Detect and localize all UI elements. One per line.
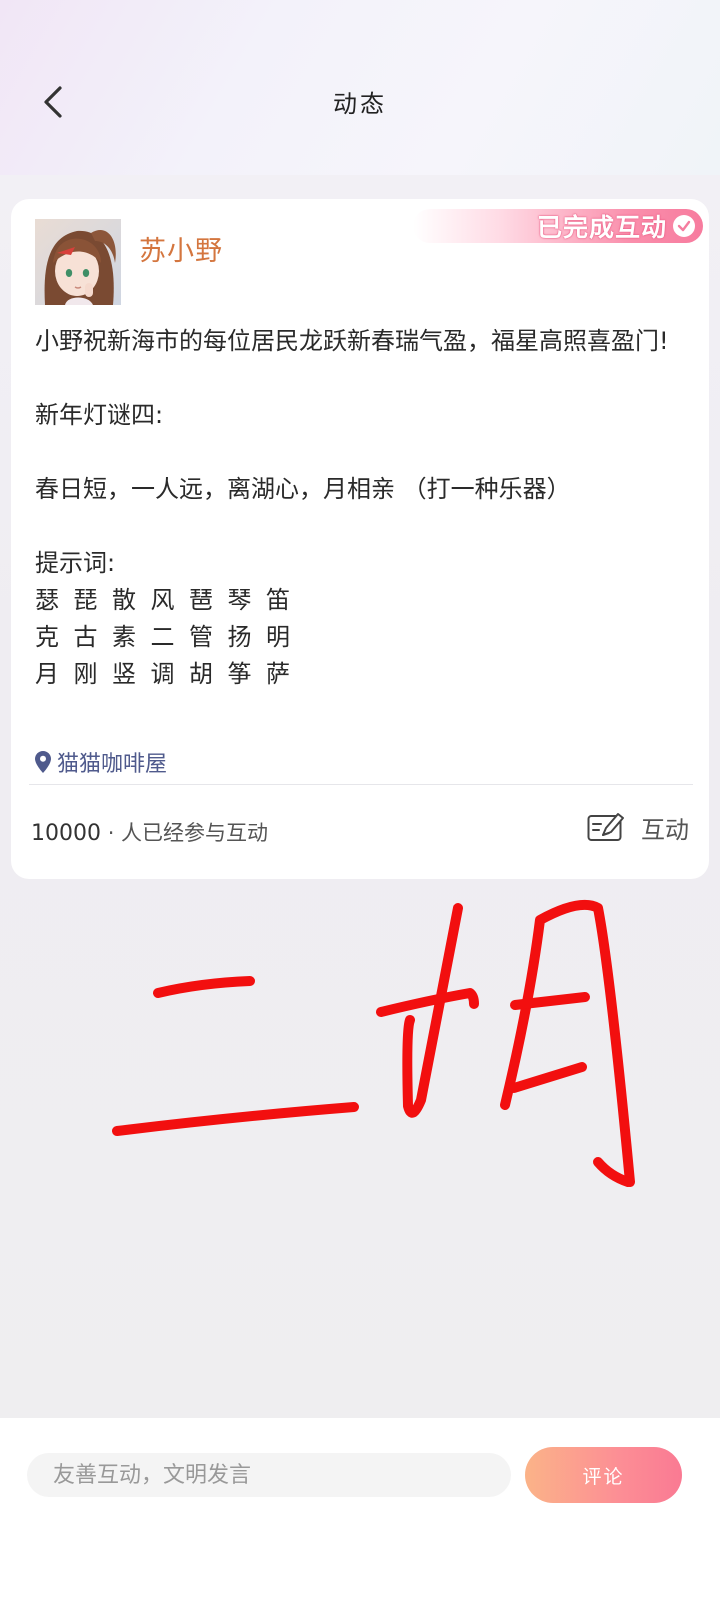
participant-count: 10000 [31, 821, 101, 846]
completed-badge: 已完成互动 [413, 209, 703, 243]
location-pin-icon [35, 751, 51, 773]
hint-char: 胡 [189, 660, 213, 688]
avatar[interactable] [35, 219, 121, 305]
edit-note-icon [587, 813, 624, 841]
riddle-text: 春日短，一人远，离湖心，月相亲 （打一种乐器） [35, 475, 571, 503]
hint-row: 克古素二管扬明 [35, 619, 675, 656]
comment-submit-button[interactable]: 评论 [525, 1447, 682, 1503]
hint-char: 二 [150, 623, 175, 651]
check-circle-icon [673, 215, 695, 237]
hint-char: 琵 [73, 586, 98, 614]
hint-char: 刚 [73, 660, 98, 688]
hint-char: 琴 [227, 586, 252, 614]
hint-char: 风 [150, 586, 175, 614]
hint-char: 散 [112, 586, 136, 614]
hint-char: 明 [266, 623, 290, 651]
hint-char: 管 [189, 623, 213, 651]
interact-label: 互动 [641, 815, 689, 844]
comment-input[interactable] [27, 1453, 511, 1497]
hint-char: 古 [73, 623, 98, 651]
top-bar: 动态 [0, 0, 720, 175]
participant-suffix: · 人已经参与互动 [107, 821, 269, 845]
hint-char: 扬 [227, 623, 252, 651]
hint-row: 月刚竖调胡筝萨 [35, 656, 675, 693]
hint-char: 克 [35, 623, 59, 651]
hint-row: 瑟琵散风琶琴笛 [35, 582, 675, 619]
greeting-text: 小野祝新海市的每位居民龙跃新春瑞气盈，福星高照喜盈门! [35, 327, 669, 355]
hint-char: 瑟 [35, 586, 59, 614]
hint-char: 萨 [266, 660, 290, 688]
hint-heading: 提示词: [35, 549, 116, 577]
hint-char: 调 [150, 660, 175, 688]
post-card: 已完成互动 苏小野 小野祝新海市的每位居民龙跃新春瑞气盈，福星高照喜盈门! 新年… [11, 199, 709, 879]
divider [29, 784, 693, 785]
hint-char: 笛 [266, 586, 290, 614]
hint-char: 月 [35, 660, 59, 688]
riddle-title: 新年灯谜四: [35, 401, 164, 429]
post-content: 小野祝新海市的每位居民龙跃新春瑞气盈，福星高照喜盈门! 新年灯谜四: 春日短，一… [35, 323, 675, 693]
participant-stats: 10000 · 人已经参与互动 [31, 817, 268, 847]
author-name[interactable]: 苏小野 [139, 229, 223, 268]
location-tag[interactable]: 猫猫咖啡屋 [35, 746, 167, 778]
interact-button[interactable]: 互动 [587, 805, 689, 849]
hint-char: 竖 [112, 660, 136, 688]
hint-char: 素 [112, 623, 136, 651]
handwritten-answer [0, 880, 720, 1200]
badge-label: 已完成互动 [536, 213, 667, 242]
bottom-bar [0, 1418, 720, 1600]
hint-char: 筝 [227, 660, 252, 688]
hint-char: 琶 [189, 586, 213, 614]
page-title: 动态 [333, 90, 387, 118]
hint-grid: 瑟琵散风琶琴笛 克古素二管扬明 月刚竖调胡筝萨 [35, 582, 675, 693]
location-name: 猫猫咖啡屋 [57, 752, 168, 777]
